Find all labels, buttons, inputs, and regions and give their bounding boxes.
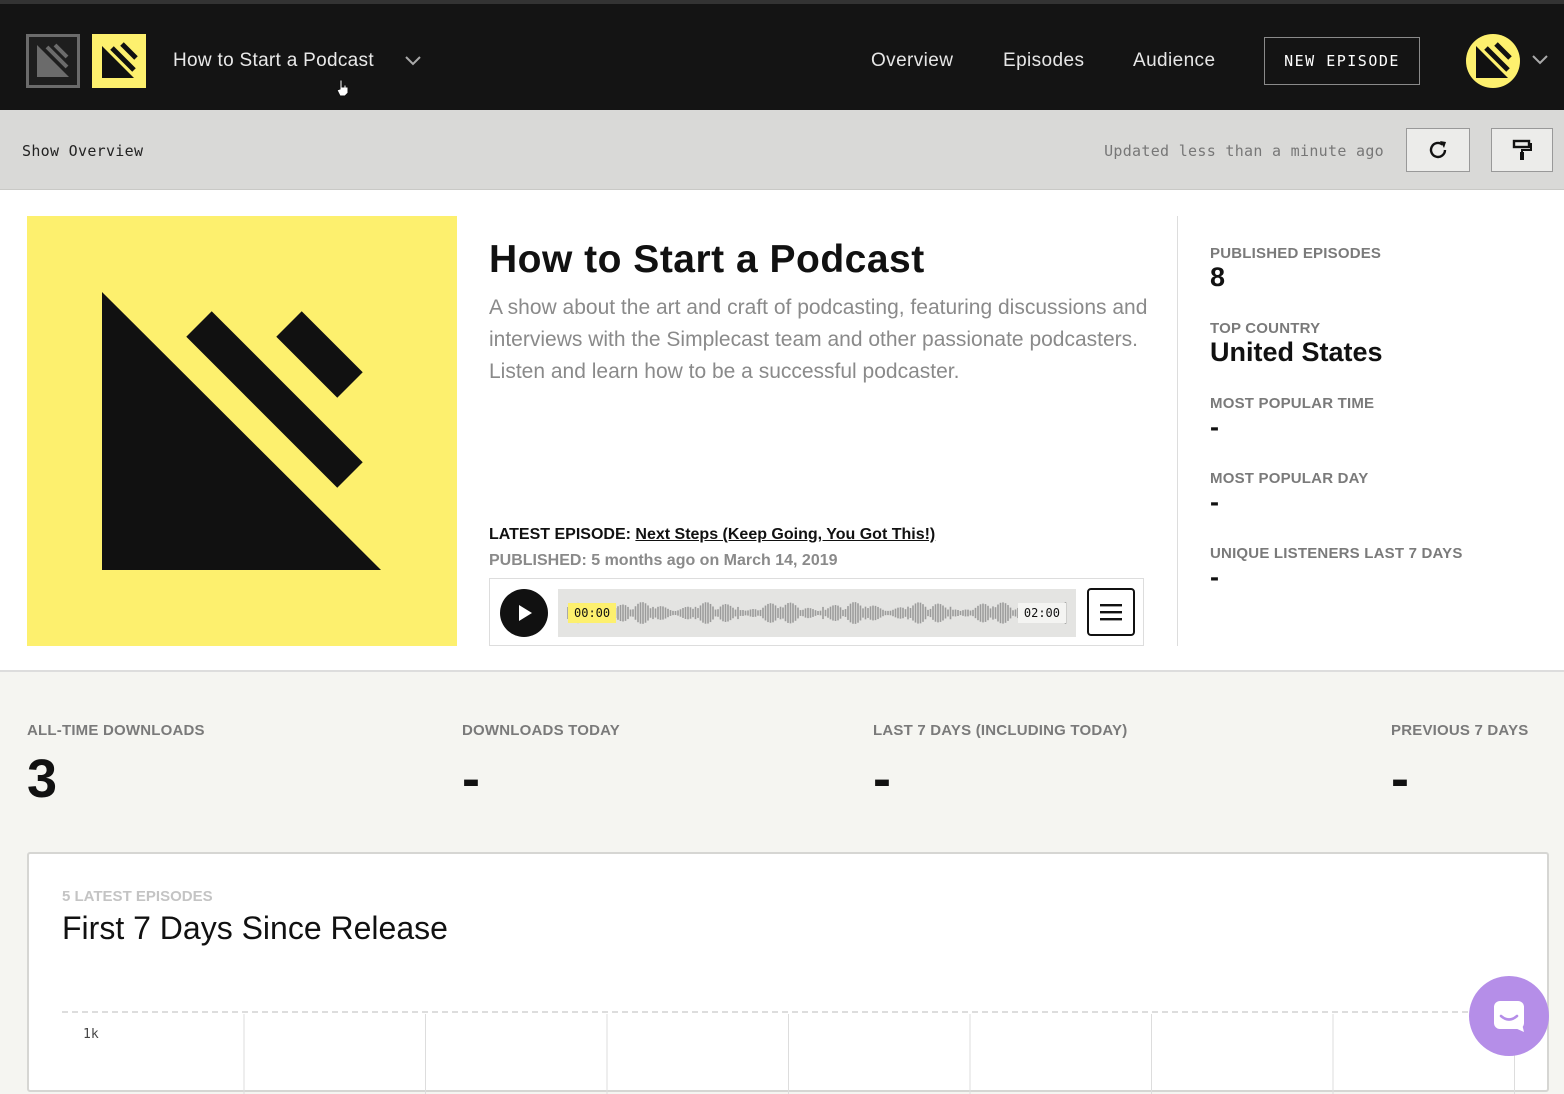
show-selector[interactable]: How to Start a Podcast xyxy=(173,50,374,72)
show-logo-icon xyxy=(102,42,138,78)
previous-7-days-label: PREVIOUS 7 DAYS xyxy=(1391,722,1529,739)
current-time: 00:00 xyxy=(568,603,617,623)
published-episodes-value: 8 xyxy=(1210,262,1226,292)
chart-plot-area: 1k xyxy=(62,1011,1515,1094)
show-cover-art xyxy=(27,216,457,646)
y-axis-tick: 1k xyxy=(83,1027,99,1042)
nav-overview[interactable]: Overview xyxy=(871,50,953,72)
play-button[interactable] xyxy=(500,589,548,637)
latest-episode-link[interactable]: Next Steps (Keep Going, You Got This!) xyxy=(635,526,935,543)
hamburger-menu-icon xyxy=(1100,604,1122,621)
published-episodes-label: PUBLISHED EPISODES xyxy=(1210,245,1382,262)
top-country-label: TOP COUNTRY xyxy=(1210,320,1321,337)
section-header-bar: Show Overview Updated less than a minute… xyxy=(0,110,1564,190)
downloads-today-value: - xyxy=(462,749,480,809)
support-chat-button[interactable] xyxy=(1469,976,1549,1056)
new-episode-button[interactable]: NEW EPISODE xyxy=(1264,37,1420,85)
unique-listeners-value: - xyxy=(1210,562,1219,592)
section-title: Show Overview xyxy=(22,142,144,160)
player-menu-button[interactable] xyxy=(1087,588,1135,636)
hand-cursor-icon xyxy=(336,79,349,97)
last-7-days-value: - xyxy=(873,749,891,809)
show-description: A show about the art and craft of podcas… xyxy=(489,296,1148,383)
nav-audience[interactable]: Audience xyxy=(1133,50,1215,72)
popular-day-label: MOST POPULAR DAY xyxy=(1210,470,1369,487)
last-7-days-label: LAST 7 DAYS (INCLUDING TODAY) xyxy=(873,722,1128,739)
show-summary-panel: How to Start a Podcast A show about the … xyxy=(0,190,1564,672)
duration: 02:00 xyxy=(1017,603,1066,623)
account-avatar[interactable] xyxy=(1466,34,1520,88)
latest-episode-label: LATEST EPISODE: xyxy=(489,526,631,543)
all-time-downloads-value: 3 xyxy=(27,749,58,809)
chart-kicker: 5 LATEST EPISODES xyxy=(62,888,213,905)
account-chevron-down-icon[interactable] xyxy=(1530,50,1550,70)
chat-icon xyxy=(1494,1001,1524,1032)
unique-listeners-label: UNIQUE LISTENERS LAST 7 DAYS xyxy=(1210,545,1463,562)
account-logo-icon xyxy=(1476,42,1512,78)
simplecast-home-logo[interactable] xyxy=(26,34,80,88)
top-country-value: United States xyxy=(1210,337,1383,367)
simplecast-logo-icon xyxy=(37,43,69,77)
play-icon xyxy=(519,605,532,621)
chart-title: First 7 Days Since Release xyxy=(62,910,448,946)
paint-roller-icon xyxy=(1512,139,1532,160)
last-updated-text: Updated less than a minute ago xyxy=(1104,142,1384,160)
popular-day-value: - xyxy=(1210,487,1219,517)
release-chart-card: 5 LATEST EPISODES First 7 Days Since Rel… xyxy=(27,852,1549,1094)
latest-episode: LATEST EPISODE: Next Steps (Keep Going, … xyxy=(489,526,935,544)
show-cover-logo-icon xyxy=(102,292,381,570)
top-navigation-bar: How to Start a Podcast Overview Episodes… xyxy=(0,0,1564,110)
waveform-scrubber[interactable]: 00:00 02:00 xyxy=(558,589,1076,637)
nav-episodes[interactable]: Episodes xyxy=(1003,50,1084,72)
waveform-graphic xyxy=(567,602,1067,624)
chevron-down-icon[interactable] xyxy=(402,50,424,72)
refresh-button[interactable] xyxy=(1406,128,1470,172)
popular-time-label: MOST POPULAR TIME xyxy=(1210,395,1375,412)
show-title: How to Start a Podcast xyxy=(489,238,925,281)
popular-time-value: - xyxy=(1210,412,1219,442)
divider xyxy=(1177,216,1178,646)
downloads-today-label: DOWNLOADS TODAY xyxy=(462,722,621,739)
all-time-downloads-label: ALL-TIME DOWNLOADS xyxy=(27,722,205,739)
customize-button[interactable] xyxy=(1491,128,1553,172)
audio-player: 00:00 02:00 xyxy=(489,578,1144,646)
previous-7-days-value: - xyxy=(1391,749,1409,809)
show-logo[interactable] xyxy=(92,34,146,88)
published-date: PUBLISHED: 5 months ago on March 14, 201… xyxy=(489,552,838,569)
refresh-icon xyxy=(1429,141,1447,159)
